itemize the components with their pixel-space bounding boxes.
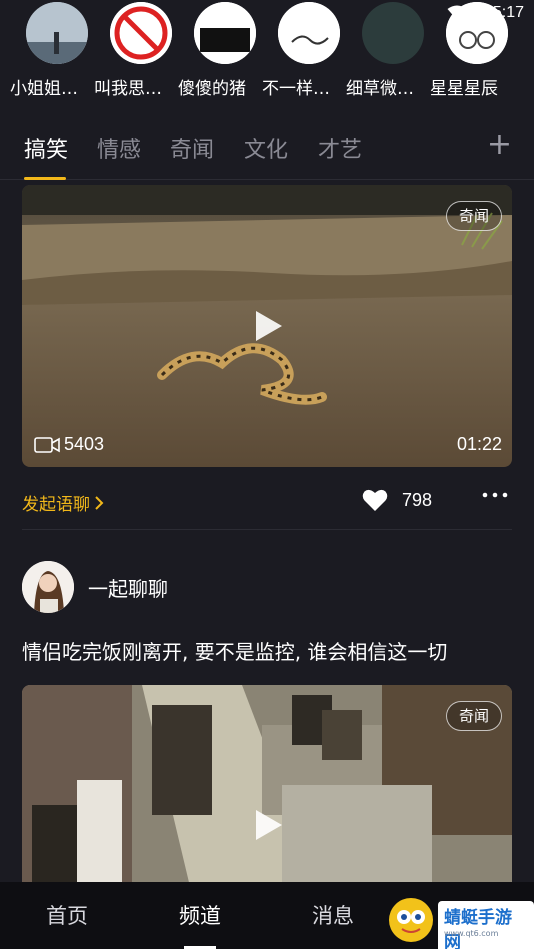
add-channel-icon[interactable]: +	[487, 130, 512, 160]
watermark-text: 蜻蜓手游网	[438, 901, 534, 949]
story-avatar-row: 小姐姐… 叫我思… 傻傻的猪 不一样… 细草微… 星星星辰	[0, 2, 534, 100]
avatar[interactable]	[278, 2, 340, 64]
category-tabs: 搞笑 情感 奇闻 文化 才艺 +	[0, 128, 534, 180]
view-count: 5403	[34, 434, 104, 455]
category-badge: 奇闻	[445, 701, 502, 731]
avatar[interactable]	[26, 2, 88, 64]
active-tab-indicator	[24, 177, 66, 180]
video-camera-icon	[34, 436, 60, 453]
tab-funny[interactable]: 搞笑	[24, 132, 68, 164]
story-item[interactable]: 小姐姐…	[0, 2, 88, 100]
post-action-row: 发起语聊 798	[22, 480, 512, 530]
play-icon[interactable]	[250, 808, 284, 842]
play-icon[interactable]	[250, 309, 284, 343]
like-button[interactable]: 798	[362, 488, 432, 512]
story-name: 傻傻的猪	[178, 79, 246, 99]
app-screen: 5:17 小姐姐… 叫我思… 傻傻的猪 不一样… 细草微… 星星星辰 搞笑 情感…	[0, 0, 534, 949]
story-name: 星星星辰	[430, 79, 498, 99]
bottom-navigation: 首页 频道 消息 我的 蜻蜓手游网 www.qt6.com	[0, 882, 534, 949]
nav-home[interactable]: 首页	[0, 900, 134, 930]
like-count: 798	[402, 489, 433, 510]
nav-channels[interactable]: 频道	[133, 900, 267, 930]
more-options-icon[interactable]	[482, 492, 508, 498]
chevron-right-icon	[95, 495, 104, 510]
story-name: 不一样…	[262, 79, 330, 99]
author-name[interactable]: 一起聊聊	[88, 573, 168, 602]
story-item[interactable]: 叫我思…	[84, 2, 172, 100]
video-card[interactable]: 奇闻	[22, 685, 512, 895]
avatar[interactable]	[110, 2, 172, 64]
avatar[interactable]	[194, 2, 256, 64]
story-item[interactable]: 细草微…	[336, 2, 424, 100]
story-name: 小姐姐…	[10, 79, 78, 99]
category-badge: 奇闻	[445, 201, 502, 231]
video-card[interactable]: 奇闻 5403 01:22	[22, 185, 512, 467]
story-name: 叫我思…	[94, 79, 162, 99]
tab-culture[interactable]: 文化	[244, 132, 288, 164]
start-voice-chat-link[interactable]: 发起语聊	[22, 490, 104, 515]
watermark-url: www.qt6.com	[444, 929, 499, 938]
story-item[interactable]: 不一样…	[252, 2, 340, 100]
dragonfly-logo-icon	[389, 898, 433, 942]
story-name: 细草微…	[346, 79, 414, 99]
start-voice-chat-label: 发起语聊	[22, 495, 90, 515]
avatar[interactable]	[22, 561, 74, 613]
tab-oddities[interactable]: 奇闻	[170, 132, 214, 164]
video-thumbnail	[22, 685, 512, 895]
story-item[interactable]: 傻傻的猪	[168, 2, 256, 100]
watermark: 蜻蜓手游网 www.qt6.com	[384, 891, 534, 949]
post-title[interactable]: 情侣吃完饭刚离开, 要不是监控, 谁会相信这一切	[22, 636, 512, 665]
view-count-value: 5403	[64, 434, 105, 454]
avatar[interactable]	[446, 2, 508, 64]
story-item[interactable]: 星星星辰	[420, 2, 508, 100]
post-author[interactable]: 一起聊聊	[22, 560, 168, 614]
heart-icon	[362, 489, 388, 511]
tab-emotion[interactable]: 情感	[97, 132, 141, 164]
tab-talent[interactable]: 才艺	[318, 132, 362, 164]
video-duration: 01:22	[456, 434, 502, 454]
nav-messages[interactable]: 消息	[266, 900, 400, 930]
avatar[interactable]	[362, 2, 424, 64]
